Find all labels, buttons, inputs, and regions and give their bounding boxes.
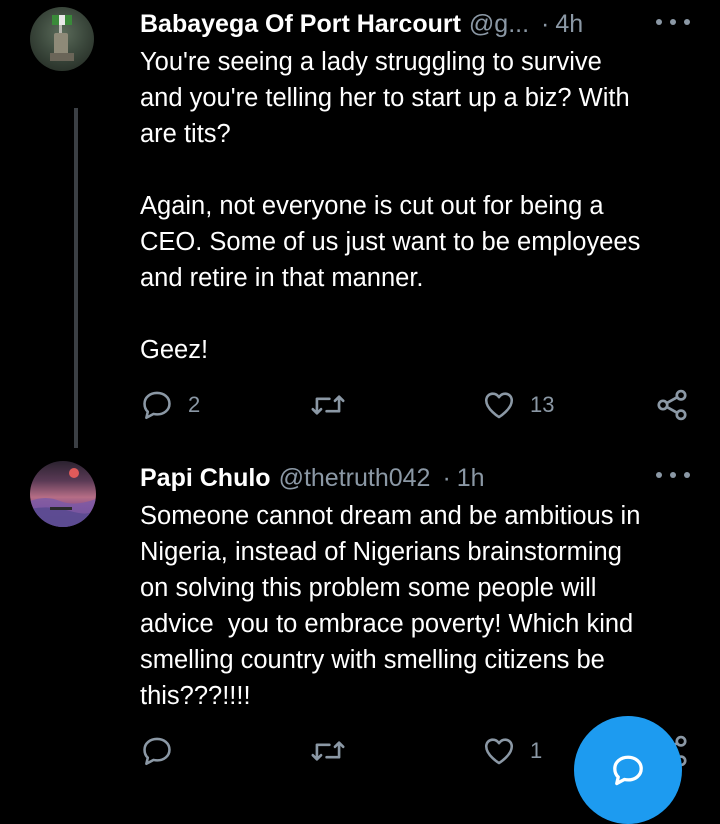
separator: · (541, 9, 550, 38)
heart-icon (484, 738, 514, 765)
compose-button[interactable] (574, 716, 682, 824)
avatar[interactable] (30, 7, 94, 71)
tweet-header: Babayega Of Port Harcourt @g... · 4h (140, 4, 583, 44)
separator: · (442, 463, 451, 492)
avatar-image (50, 15, 74, 61)
like-button[interactable]: 1 (482, 731, 542, 771)
like-button[interactable]: 13 (482, 385, 554, 425)
retweet-icon (311, 395, 345, 415)
user-handle[interactable]: @g... (469, 10, 529, 39)
retweet-button[interactable] (310, 731, 360, 771)
user-handle[interactable]: @thetruth042 (279, 464, 431, 493)
tweet[interactable]: Babayega Of Port Harcourt @g... · 4h You… (0, 0, 720, 455)
reply-icon (143, 737, 171, 766)
share-button[interactable] (654, 385, 690, 425)
compose-icon (613, 755, 643, 786)
reply-button[interactable]: 2 (140, 385, 200, 425)
tweet-text: Someone cannot dream and be ambitious in… (140, 502, 641, 710)
avatar-image (30, 468, 96, 527)
reply-button[interactable] (140, 731, 188, 771)
like-count: 1 (530, 738, 543, 763)
tweet-text: You're seeing a lady struggling to survi… (140, 48, 641, 364)
tweet-header: Papi Chulo @thetruth042 · 1h (140, 458, 485, 498)
more-icon[interactable] (656, 465, 690, 485)
display-name[interactable]: Papi Chulo (140, 464, 271, 493)
timestamp[interactable]: 4h (555, 10, 583, 39)
reply-icon (143, 391, 171, 420)
avatar[interactable] (30, 461, 96, 527)
reply-count: 2 (188, 392, 201, 417)
more-icon[interactable] (656, 12, 690, 32)
retweet-button[interactable] (310, 385, 360, 425)
timestamp[interactable]: 1h (457, 464, 485, 493)
display-name[interactable]: Babayega Of Port Harcourt (140, 10, 461, 39)
tweet-actions: 2 13 (140, 385, 700, 425)
share-icon (657, 389, 687, 421)
thread-line (74, 108, 78, 448)
heart-icon (484, 392, 514, 419)
retweet-icon (311, 741, 345, 761)
like-count: 13 (530, 392, 555, 417)
